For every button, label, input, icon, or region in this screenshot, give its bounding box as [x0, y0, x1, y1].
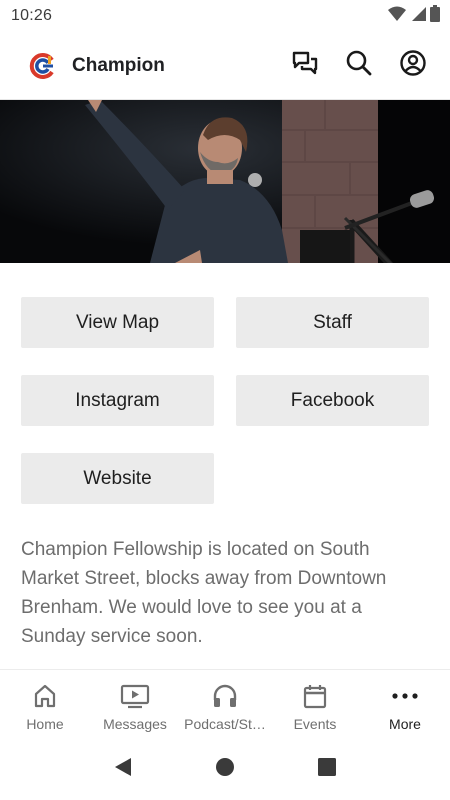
- app-actions: [284, 45, 434, 87]
- app-title: Champion: [72, 54, 165, 76]
- status-bar: 10:26: [0, 0, 450, 32]
- nav-label-more: More: [389, 716, 421, 732]
- account-button[interactable]: [392, 45, 434, 87]
- account-icon: [399, 49, 427, 82]
- nav-label-home: Home: [26, 716, 64, 732]
- wifi-icon: [388, 6, 406, 27]
- staff-button[interactable]: Staff: [236, 297, 429, 348]
- nav-item-podcast[interactable]: Podcast/St…: [180, 670, 270, 739]
- nav-label-events: Events: [293, 716, 337, 732]
- link-buttons: View Map Staff Instagram Facebook Websit…: [21, 297, 429, 504]
- instagram-button[interactable]: Instagram: [21, 375, 214, 426]
- search-button[interactable]: [338, 45, 380, 87]
- website-button[interactable]: Website: [21, 453, 214, 504]
- cellular-signal-icon: [410, 6, 426, 27]
- nav-item-more[interactable]: More: [360, 670, 450, 739]
- more-dots-icon: [391, 682, 419, 710]
- system-nav-bar: [0, 739, 450, 800]
- nav-item-events[interactable]: Events: [270, 670, 360, 739]
- status-time: 10:26: [11, 7, 53, 24]
- view-map-button[interactable]: View Map: [21, 297, 214, 348]
- facebook-button[interactable]: Facebook: [236, 375, 429, 426]
- nav-item-home[interactable]: Home: [0, 670, 90, 739]
- bottom-nav: Home Messages Podcast/St… Events More: [0, 669, 450, 739]
- status-icons: [388, 5, 440, 27]
- recents-square-icon[interactable]: [316, 756, 338, 783]
- champion-logo-icon: [28, 52, 56, 80]
- nav-label-podcast: Podcast/St…: [184, 716, 266, 732]
- nav-item-messages[interactable]: Messages: [90, 670, 180, 739]
- nav-label-messages: Messages: [103, 716, 167, 732]
- headphones-icon: [212, 682, 238, 710]
- battery-icon: [430, 5, 440, 27]
- home-circle-icon[interactable]: [214, 756, 236, 783]
- search-icon: [345, 49, 373, 82]
- location-description: Champion Fellowship is located on South …: [21, 539, 387, 647]
- home-icon: [32, 682, 58, 710]
- app-bar: Champion: [0, 32, 450, 100]
- back-icon[interactable]: [112, 756, 134, 783]
- video-screen-icon: [120, 682, 150, 710]
- chat-icon: [291, 50, 319, 81]
- chat-button[interactable]: [284, 45, 326, 87]
- calendar-icon: [302, 682, 328, 710]
- hero-image: [0, 100, 450, 263]
